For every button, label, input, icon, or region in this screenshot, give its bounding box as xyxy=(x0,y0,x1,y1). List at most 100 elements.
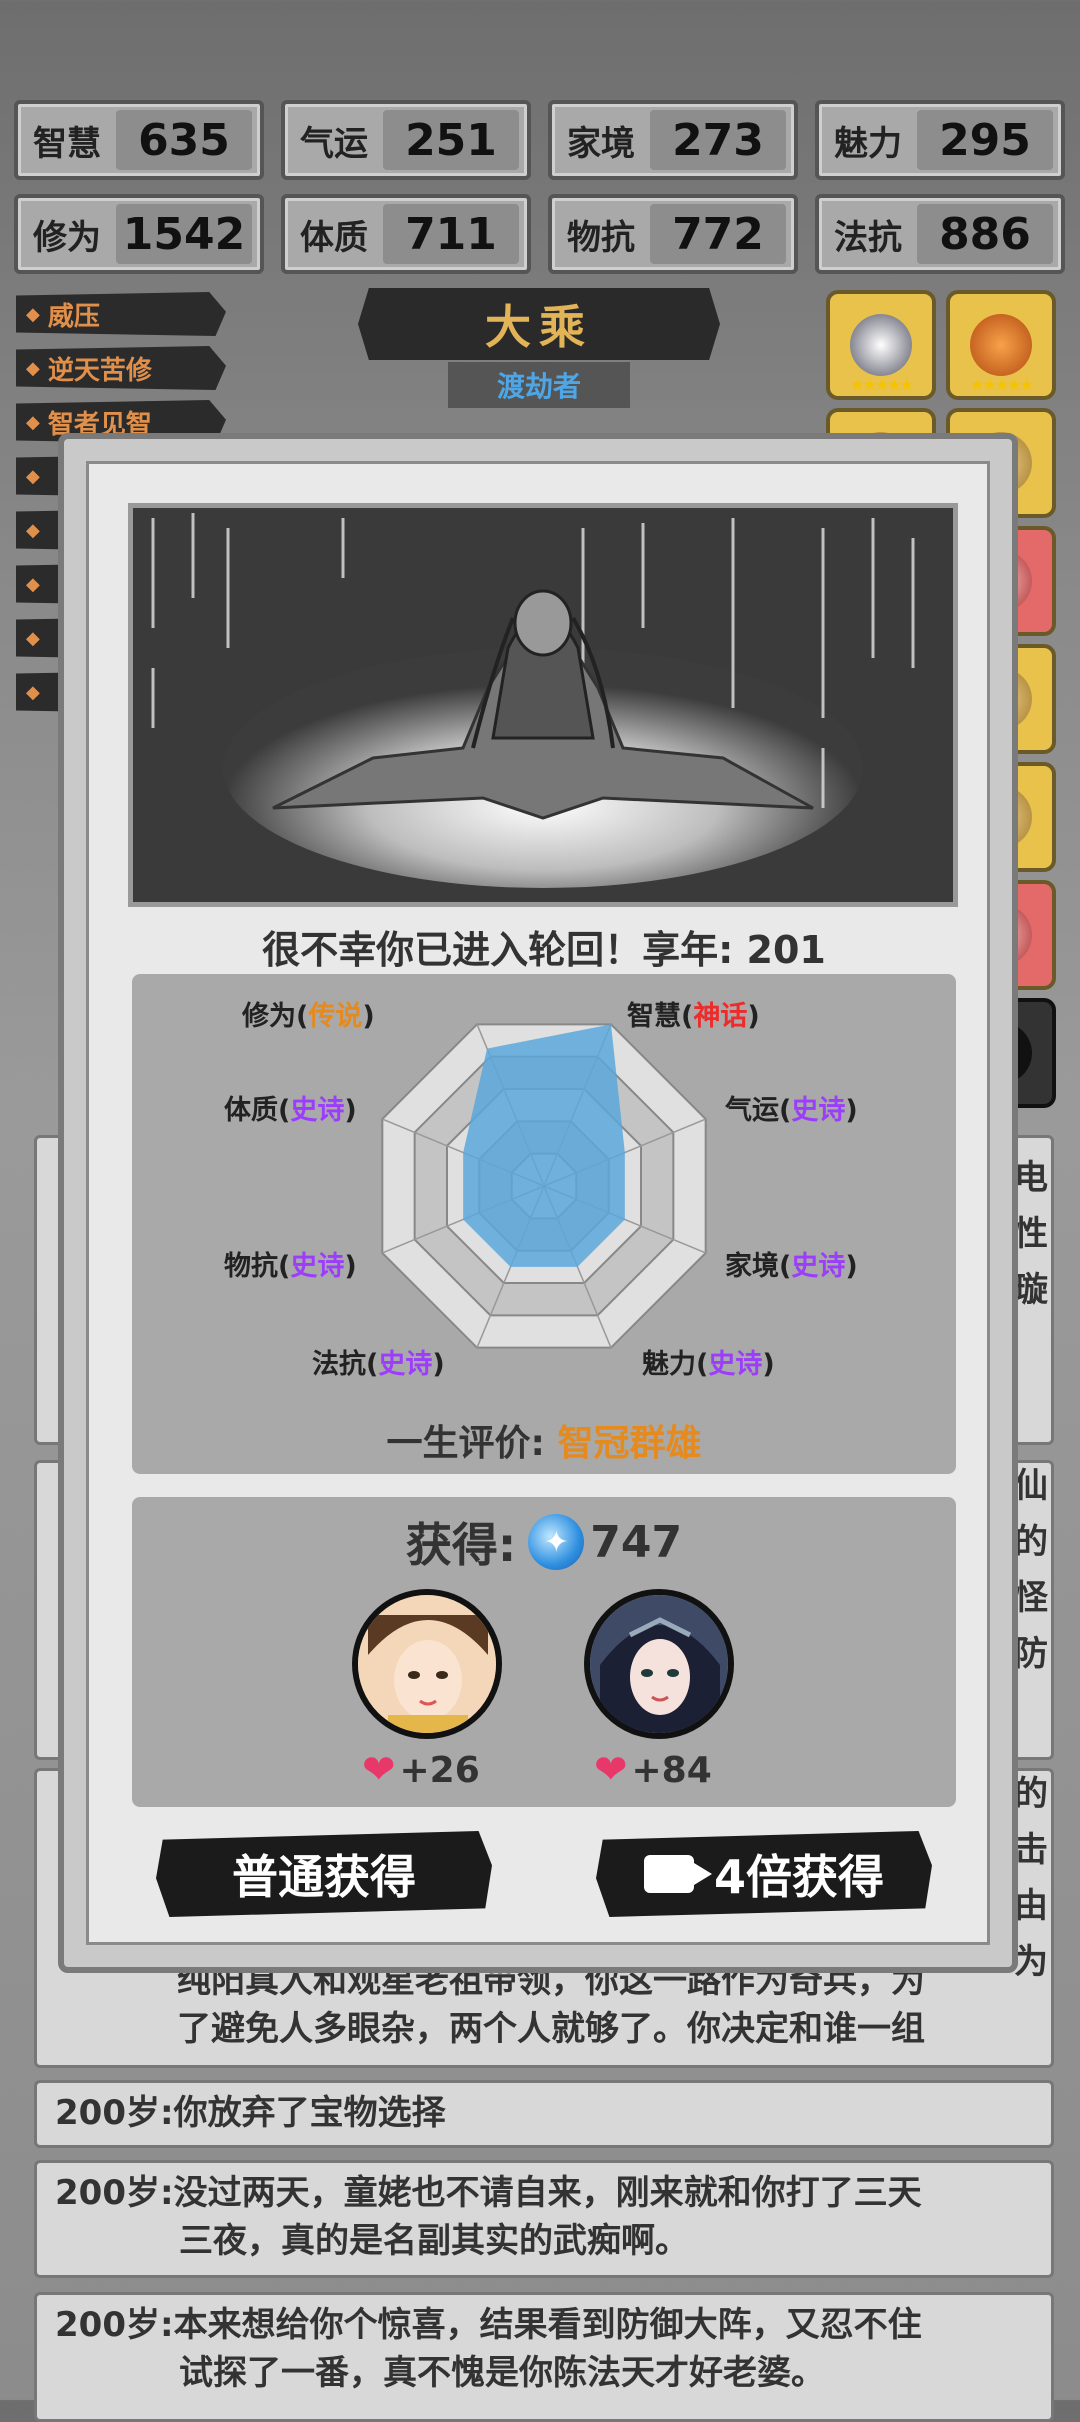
radar-axis-rank: 传说 xyxy=(308,1001,363,1032)
log-char: 由 xyxy=(1014,1886,1048,1926)
video-camera-icon xyxy=(643,1855,712,1893)
stat-label: 体质 xyxy=(300,217,368,258)
stats-panel: 智慧 635 气运 251 家境 273 魅力 295 修为 1542 体质 711 物抗 7… xyxy=(14,100,1066,274)
radar-axis-rank: 史诗 xyxy=(791,1251,846,1282)
equipment-slot[interactable]: ★★★★★ xyxy=(826,290,936,400)
stat-label: 魅力 xyxy=(834,123,902,164)
log-char: 仙 xyxy=(1014,1466,1048,1506)
radar-axis-rank: 史诗 xyxy=(378,1349,433,1380)
radar-axis-name: 气运 xyxy=(725,1095,779,1126)
trait-tag[interactable]: ◆ 逆天苦修 xyxy=(16,346,226,390)
meditation-scene-image xyxy=(128,503,958,907)
stat-value: 886 xyxy=(917,204,1053,264)
log-entry: 200岁:本来想给你个惊喜，结果看到防御大阵，又忍不住 试探了一番，真不愧是你陈… xyxy=(34,2292,1054,2422)
radar-value-area xyxy=(463,1024,625,1267)
log-text: 三夜，真的是名副其实的武痴啊。 xyxy=(179,2221,689,2261)
companion-avatar[interactable] xyxy=(584,1589,734,1739)
stat-value: 273 xyxy=(650,110,786,170)
heart-icon: ❤ xyxy=(362,1747,396,1793)
diamond-icon: ◆ xyxy=(26,573,40,595)
radar-label: 体质(史诗) xyxy=(224,1095,357,1126)
meditation-illustration xyxy=(133,508,953,902)
stat-value: 772 xyxy=(650,204,786,264)
gourd-icon xyxy=(970,314,1032,376)
diamond-icon: ◆ xyxy=(26,465,40,487)
stat-card: 修为 1542 xyxy=(14,194,264,274)
companion-avatar[interactable] xyxy=(352,1589,502,1739)
favor-delta: +26 xyxy=(399,1749,480,1791)
stat-card: 气运 251 xyxy=(281,100,531,180)
normal-claim-label: 普通获得 xyxy=(232,1850,416,1904)
radar-axis-rank: 史诗 xyxy=(290,1095,345,1126)
log-char: 性 xyxy=(1014,1214,1048,1254)
stat-label: 气运 xyxy=(300,123,368,164)
realm-title: 大乘 xyxy=(358,288,720,360)
normal-claim-button[interactable]: 普通获得 xyxy=(156,1831,492,1917)
stat-value: 711 xyxy=(383,204,519,264)
radar-label: 气运(史诗) xyxy=(725,1095,858,1126)
radar-axis-rank: 史诗 xyxy=(791,1095,846,1126)
radar-axis-name: 家境 xyxy=(725,1251,779,1282)
radar-axis-rank: 史诗 xyxy=(708,1349,763,1380)
log-age: 200岁: xyxy=(55,2093,174,2133)
stat-card: 法抗 886 xyxy=(815,194,1065,274)
stat-value: 635 xyxy=(116,110,252,170)
radar-axis-name: 物抗 xyxy=(224,1251,278,1282)
radar-label: 修为(传说) xyxy=(242,1001,375,1032)
stat-card: 体质 711 xyxy=(281,194,531,274)
radar-chart xyxy=(381,1023,707,1349)
radar-axis-name: 修为 xyxy=(242,1001,296,1032)
trait-tag[interactable]: ◆ 威压 xyxy=(16,292,226,336)
log-overflow-text: 电 性 璇 仙 的 怪 防 的 击 由 为 xyxy=(1014,1150,1054,1990)
rewards-panel: 获得: ✦ 747 ❤ +26 ❤ +84 xyxy=(132,1497,956,1807)
radar-axis-rank: 神话 xyxy=(693,1001,748,1032)
death-message: 很不幸你已进入轮回！享年: 201 xyxy=(262,928,826,972)
log-entry: 200岁:你放弃了宝物选择 xyxy=(34,2080,1054,2148)
log-text: 本来想给你个惊喜，结果看到防御大阵，又忍不住 xyxy=(173,2305,922,2345)
stat-label: 修为 xyxy=(33,217,101,258)
companion-face-icon xyxy=(358,1595,496,1733)
gain-label: 获得: xyxy=(405,1518,517,1572)
stat-label: 物抗 xyxy=(567,217,635,258)
life-evaluation: 一生评价: 智冠群雄 xyxy=(132,1414,956,1466)
trait-tag-label: 威压 xyxy=(47,301,100,332)
star-rating-icon: ★★★★★ xyxy=(970,375,1034,394)
log-char: 电 xyxy=(1014,1158,1048,1198)
radar-axis-name: 法抗 xyxy=(312,1349,366,1380)
amulet-icon xyxy=(850,314,912,376)
radar-axis-name: 魅力 xyxy=(642,1349,696,1380)
log-char: 为 xyxy=(1014,1942,1048,1982)
radar-label: 家境(史诗) xyxy=(725,1251,858,1282)
heart-icon: ❤ xyxy=(594,1747,628,1793)
realm-subtitle: 渡劫者 xyxy=(448,362,630,408)
stat-label: 家境 xyxy=(567,123,635,164)
spirit-flame-icon: ✦ xyxy=(528,1514,585,1570)
log-char: 的 xyxy=(1014,1522,1048,1562)
stat-value: 1542 xyxy=(116,204,252,264)
video-claim-button[interactable]: 4倍获得 xyxy=(596,1831,932,1917)
stat-label: 法抗 xyxy=(834,217,902,258)
log-text: 试探了一番，真不愧是你陈法天才好老婆。 xyxy=(179,2353,825,2393)
log-char: 的 xyxy=(1014,1774,1048,1814)
companion-face-icon xyxy=(590,1595,728,1733)
evaluation-label: 一生评价: xyxy=(386,1423,545,1464)
log-char: 防 xyxy=(1014,1634,1048,1674)
equipment-slot[interactable]: ★★★★★ xyxy=(946,290,1056,400)
stat-value: 251 xyxy=(383,110,519,170)
stat-label: 智慧 xyxy=(33,123,101,164)
radar-label: 魅力(史诗) xyxy=(642,1349,775,1380)
trait-tag-label: 逆天苦修 xyxy=(47,355,152,386)
evaluation-value: 智冠群雄 xyxy=(557,1423,702,1464)
log-char: 击 xyxy=(1014,1830,1048,1870)
log-entry: 200岁:没过两天，童姥也不请自来，刚来就和你打了三天 三夜，真的是名副其实的武… xyxy=(34,2160,1054,2278)
diamond-icon: ◆ xyxy=(26,519,40,541)
video-claim-label: 4倍获得 xyxy=(713,1850,884,1904)
reincarnation-dialog: 很不幸你已进入轮回！享年: 201 修为(传说) 智慧(神话) 气运(史诗) 家… xyxy=(58,433,1018,1973)
diamond-icon: ◆ xyxy=(26,681,40,703)
favor-delta: +84 xyxy=(631,1749,712,1791)
diamond-icon: ◆ xyxy=(26,357,40,379)
log-text: 了避免人多眼杂，两个人就够了。你决定和谁一组 xyxy=(177,2009,925,2049)
star-rating-icon: ★★★★★ xyxy=(850,375,914,394)
radar-label: 法抗(史诗) xyxy=(312,1349,445,1380)
diamond-icon: ◆ xyxy=(26,627,40,649)
